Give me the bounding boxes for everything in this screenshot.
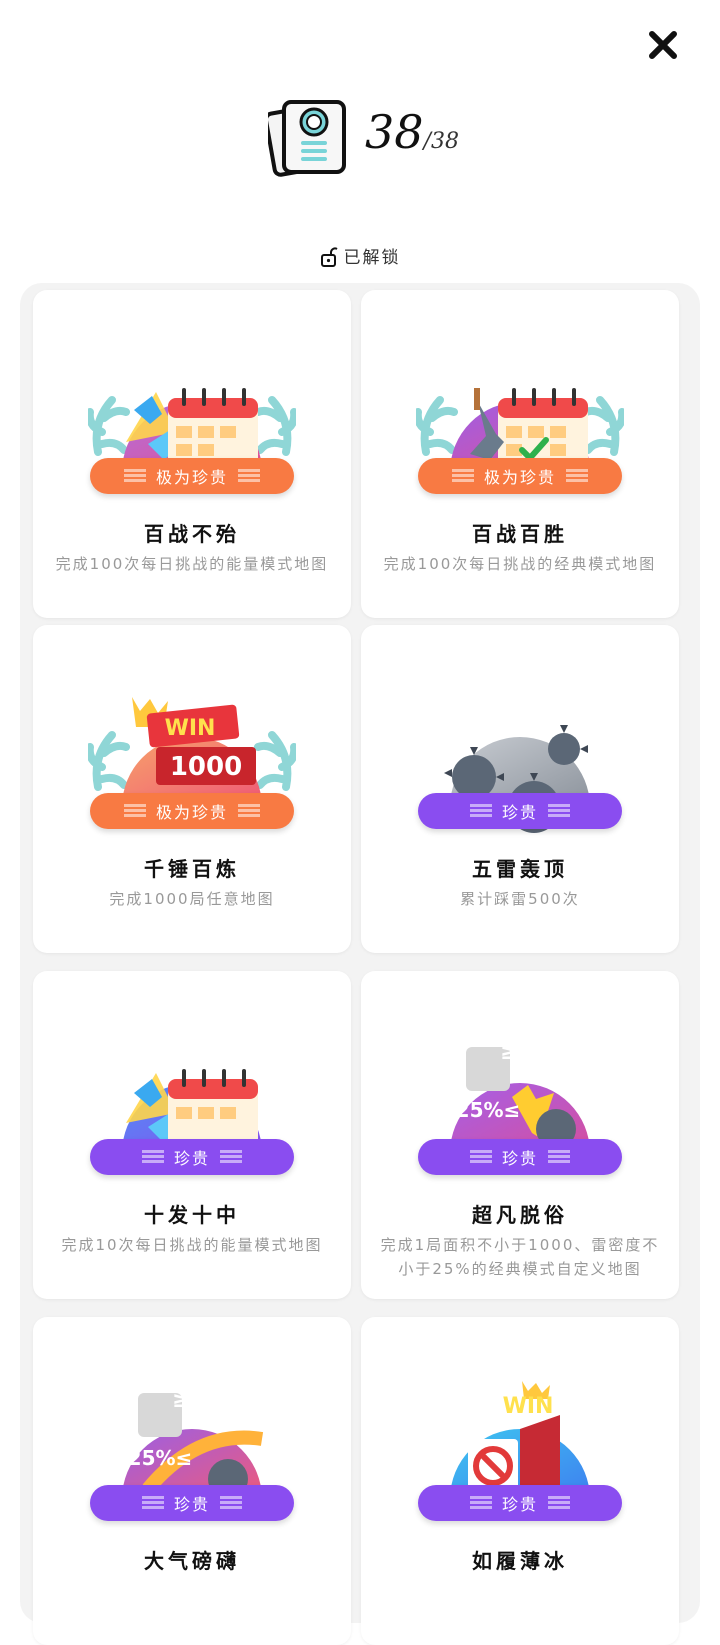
achievement-title: 百战百胜 [472,522,568,546]
achievement-card[interactable]: ≥1000 25%≤ 珍贵 大气磅礴 [33,1317,351,1645]
achievement-cards-icon [268,100,346,177]
medal-badge-text: 1000 [170,752,242,782]
achievement-desc: 完成1局面积不小于1000、雷密度不小于25%的经典模式自定义地图 [380,1236,660,1278]
medal-badge-text: ≥1000 [500,1040,580,1065]
medal-badge-text: WIN [165,716,216,741]
total-count: /38 [423,129,459,154]
medal-badge-text: 100 [169,353,223,383]
rarity-badge: 极为珍贵 [418,458,622,494]
rarity-label: 珍贵 [501,803,538,822]
achievement-card[interactable]: 10 珍贵 十发十中 完成10次每日挑战的能量模式地图 [33,971,351,1299]
close-icon[interactable] [646,28,680,62]
achievement-count: 38/38 [365,104,459,170]
achievement-card[interactable]: 100 极为珍贵 百战百胜 完成100次每日挑战的经典模式地图 [361,290,679,618]
rarity-badge: 珍贵 [418,1485,622,1521]
achievement-title: 千锤百炼 [144,857,240,881]
achievement-card[interactable]: WIN 1000 极为珍贵 千锤百炼 完成1000局任意地图 [33,625,351,953]
rarity-badge: 极为珍贵 [90,793,294,829]
achievement-card[interactable]: 500 珍贵 五雷轰顶 累计踩雷500次 [361,625,679,953]
achievement-card[interactable]: 100 极为珍贵 百战不殆 完成100次每日挑战的能量模式地图 [33,290,351,618]
achievement-title: 大气磅礴 [144,1549,240,1573]
rarity-label: 珍贵 [173,1149,210,1168]
medal-badge-text: 100 [497,353,551,383]
achievement-header: 38/38 [0,92,720,192]
achievement-desc: 完成10次每日挑战的能量模式地图 [61,1236,323,1254]
medal-badge-text: 500 [493,688,547,718]
medal-badge-text: 10 [164,1034,200,1064]
rarity-label: 珍贵 [501,1149,538,1168]
rarity-label: 极为珍贵 [483,468,556,487]
achievement-card[interactable]: WIN 珍贵 如履薄冰 [361,1317,679,1645]
achievement-desc: 完成1000局任意地图 [109,890,275,908]
unlocked-count: 38 [365,105,424,159]
unlock-icon [320,247,338,267]
unlocked-section-label: 已解锁 [0,243,720,268]
achievement-title: 如履薄冰 [472,1549,568,1573]
rarity-badge: 珍贵 [90,1139,294,1175]
achievement-title: 十发十中 [144,1203,240,1227]
rarity-label: 极为珍贵 [155,803,228,822]
achievement-desc: 累计踩雷500次 [460,890,580,908]
achievement-card[interactable]: ≥1000 25%≤ 珍贵 超凡脱俗 完成1局面积不小于1000、雷密度不小于2… [361,971,679,1299]
rarity-badge: 珍贵 [90,1485,294,1521]
rarity-badge: 极为珍贵 [90,458,294,494]
medal-badge-text: ≥1000 [172,1388,252,1413]
achievement-title: 超凡脱俗 [472,1203,568,1227]
achievement-title: 百战不殆 [144,522,240,546]
rarity-label: 珍贵 [173,1495,210,1514]
medal-badge-text: WIN [503,1394,554,1419]
achievement-title: 五雷轰顶 [472,857,568,881]
unlocked-label: 已解锁 [343,248,401,268]
medal-badge-text: 25%≤ [128,1446,193,1470]
achievement-desc: 完成100次每日挑战的能量模式地图 [55,555,329,573]
rarity-label: 极为珍贵 [155,468,228,487]
rarity-badge: 珍贵 [418,1139,622,1175]
medal-badge-text: 25%≤ [456,1098,521,1122]
achievement-desc: 完成100次每日挑战的经典模式地图 [383,555,657,573]
rarity-badge: 珍贵 [418,793,622,829]
rarity-label: 珍贵 [501,1495,538,1514]
